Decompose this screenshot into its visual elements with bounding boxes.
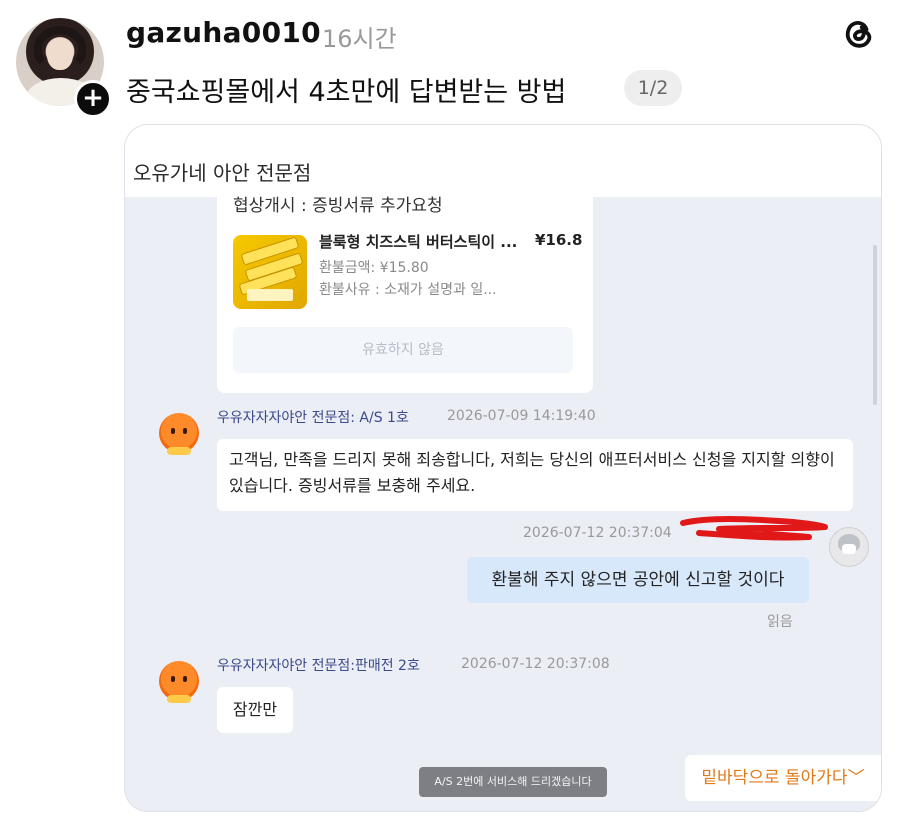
redaction-scribble [680,516,828,541]
refund-amount: 환불금액: ¥15.80 [319,260,429,276]
post-timestamp: 16시간 [322,25,397,53]
message-bubble: 잠깐만 [217,687,293,733]
product-name[interactable]: 블룩형 치즈스틱 버터스틱이 ... [319,231,517,252]
carousel-page-indicator: 1/2 [624,70,682,106]
author-username[interactable]: gazuha0010 [126,16,321,49]
message-sender: 우유자자자야안 전문점:판매전 2호 [217,658,420,674]
seller-avatar[interactable] [159,413,199,455]
refund-reason: 환불사유 : 소재가 설명과 일... [319,282,497,298]
product-price: ¥16.8 [535,231,583,249]
follow-plus-icon[interactable]: + [74,80,112,118]
message-timestamp: 2026-07-09 14:19:40 [447,408,596,424]
message-bubble: 고객님, 만족을 드리지 못해 죄송합니다, 저희는 당신의 애프터서비스 신청… [217,439,853,511]
scrollbar[interactable] [873,245,877,405]
post-caption: 중국쇼핑몰에서 4초만에 답변받는 방법 [126,77,567,108]
attached-chat-screenshot[interactable]: 오유가네 아안 전문점 협상개시 : 증빙서류 추가요청 블룩형 치즈스틱 버터… [124,124,882,812]
threads-logo-icon[interactable] [838,16,876,54]
message-sender: 우유자자자야안 전문점: A/S 1호 [217,410,409,426]
user-avatar[interactable] [829,527,869,567]
scroll-to-bottom-label: 밑바닥으로 돌아가다 [701,768,848,788]
user-message-bubble: 환불해 주지 않으면 공안에 신고할 것이다 [467,557,809,603]
chevron-down-icon: ﹀ [847,768,865,788]
invalid-button[interactable]: 유효하지 않음 [233,327,573,373]
system-toast: A/S 2번에 서비스해 드리겠습니다 [419,767,607,797]
product-thumbnail[interactable] [233,235,307,309]
refund-request-card: 협상개시 : 증빙서류 추가요청 블룩형 치즈스틱 버터스틱이 ... ¥16.… [217,185,593,393]
message-timestamp: 2026-07-12 20:37:04 [523,525,672,541]
message-timestamp: 2026-07-12 20:37:08 [461,656,610,672]
read-receipt: 읽음 [767,614,793,630]
shop-name: 오유가네 아안 전문점 [133,161,312,185]
seller-avatar[interactable] [159,661,199,703]
scroll-to-bottom-button[interactable]: 밑바닥으로 돌아가다﹀ [685,755,881,801]
negotiation-status: 협상개시 : 증빙서류 추가요청 [233,196,443,216]
